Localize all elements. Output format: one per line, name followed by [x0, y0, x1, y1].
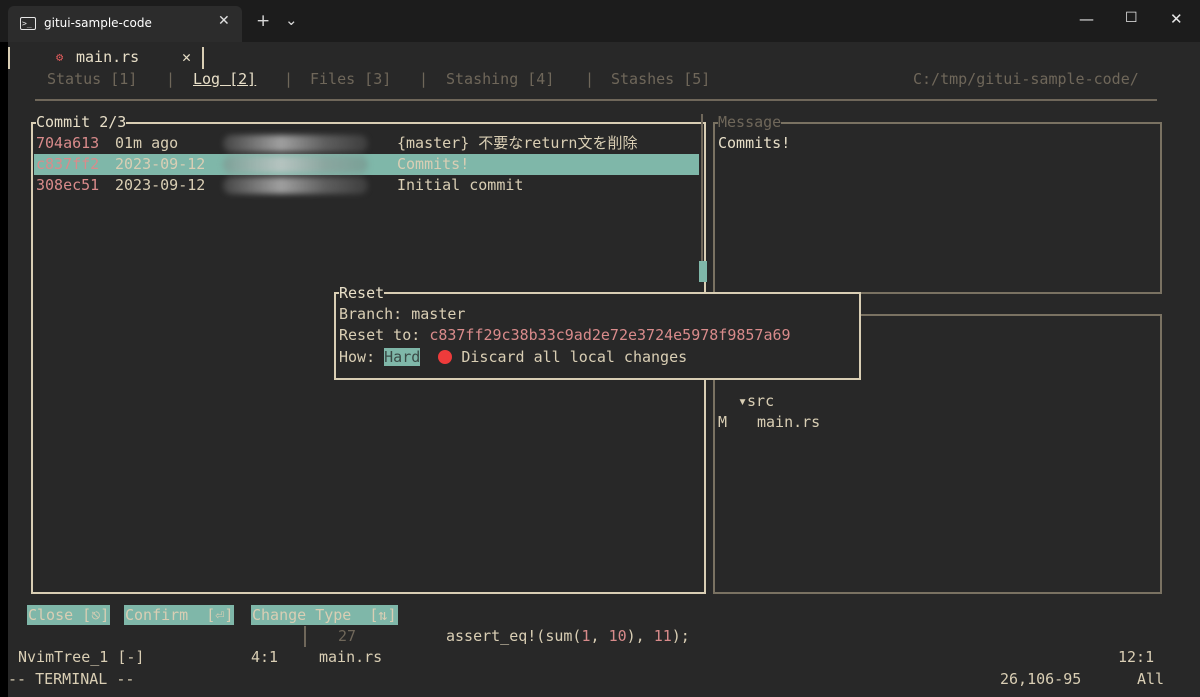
- scroll-indicator: All: [1137, 670, 1165, 688]
- commit-hash: 704a613: [36, 134, 100, 152]
- terminal-area[interactable]: ⚙ main.rs ✕ Status [1] | Log [2] | Files…: [8, 42, 1200, 697]
- close-button[interactable]: Close [⎋]: [27, 605, 111, 625]
- tab-close-button[interactable]: ✕: [218, 13, 230, 29]
- commit-panel-title: Commit 2/3: [36, 112, 127, 133]
- commit-list-scrollbar[interactable]: [701, 114, 703, 282]
- commit-message: Commits!: [397, 155, 470, 173]
- nvim-tab-close-icon[interactable]: ✕: [182, 47, 191, 68]
- repo-path: C:/tmp/gitui-sample-code/: [913, 70, 1139, 88]
- code-line[interactable]: assert_eq!(sum(1, 10), 11);: [446, 626, 690, 647]
- branch-line: Branch: master: [339, 305, 466, 323]
- file-status: M: [718, 413, 728, 431]
- tab-separator: |: [585, 70, 595, 88]
- tab-separator: |: [419, 70, 429, 88]
- nvim-tab-name[interactable]: main.rs: [76, 47, 139, 68]
- window-titlebar: >_ gitui-sample-code ✕ + ⌄ — ☐ ✕: [0, 0, 1200, 42]
- terminal-tab-title: gitui-sample-code: [44, 16, 152, 30]
- tabline-separator: [8, 47, 10, 69]
- scrollbar-thumb[interactable]: [699, 261, 707, 282]
- minimize-button[interactable]: —: [1079, 10, 1094, 28]
- rust-file-icon: ⚙: [56, 50, 64, 64]
- tabline-separator: [202, 47, 204, 69]
- tab-files[interactable]: Files [3]: [310, 69, 391, 90]
- line-number: 27: [338, 627, 357, 645]
- commit-message: Initial commit: [397, 176, 524, 194]
- new-tab-button[interactable]: +: [256, 11, 270, 31]
- message-panel-title: Message: [718, 112, 782, 133]
- window-close-button[interactable]: ✕: [1170, 10, 1183, 28]
- tab-separator: |: [166, 70, 176, 88]
- branch-name: master: [411, 305, 466, 323]
- red-circle-icon: [438, 350, 453, 364]
- how-line: How: Hard Discard all local changes: [339, 348, 688, 366]
- commit-time: 01m ago: [115, 134, 179, 152]
- change-type-button[interactable]: Change Type [⇅]: [251, 605, 398, 625]
- commit-hash: c837ff2: [36, 155, 100, 173]
- reset-type-hard[interactable]: Hard: [384, 348, 421, 366]
- reset-hash: c837ff29c38b33c9ad2e72e3724e5978f9857a69: [429, 326, 791, 344]
- commit-hash: 308ec51: [36, 176, 100, 194]
- reset-to-line: Reset to: c837ff29c38b33c9ad2e72e3724e59…: [339, 326, 791, 344]
- cursor-position: 26,106-95: [1000, 670, 1082, 688]
- nvimtree-position: 4:1: [251, 648, 279, 666]
- tab-separator: |: [284, 70, 294, 88]
- tab-stashes[interactable]: Stashes [5]: [611, 69, 710, 90]
- tab-stashing[interactable]: Stashing [4]: [446, 69, 554, 90]
- statusline-file: main.rs: [319, 648, 383, 666]
- statusline-position: 12:1: [1118, 648, 1155, 666]
- message-text: Commits!: [718, 134, 791, 152]
- tab-log[interactable]: Log [2]: [193, 69, 256, 90]
- reset-warning: Discard all local changes: [461, 348, 688, 366]
- commit-time: 2023-09-12: [115, 176, 206, 194]
- commit-message: {master} 不要なreturn文を削除: [397, 134, 638, 152]
- author-redacted: [223, 135, 368, 152]
- window-separator: [304, 626, 306, 647]
- tabs-divider: [35, 99, 1157, 101]
- tab-status[interactable]: Status [1]: [47, 69, 137, 90]
- maximize-button[interactable]: ☐: [1125, 10, 1138, 26]
- author-redacted: [223, 156, 368, 173]
- folder-src[interactable]: ▾src: [738, 391, 774, 412]
- terminal-tab[interactable]: >_ gitui-sample-code ✕: [8, 6, 242, 42]
- confirm-button[interactable]: Confirm [⏎]: [124, 605, 235, 625]
- commit-time: 2023-09-12: [115, 155, 206, 173]
- reset-popup-title: Reset: [339, 283, 385, 304]
- powershell-icon: >_: [20, 17, 36, 30]
- nvimtree-name: NvimTree_1 [-]: [18, 648, 145, 666]
- author-redacted: [223, 177, 368, 194]
- mode-indicator: -- TERMINAL --: [8, 670, 135, 688]
- tab-dropdown-button[interactable]: ⌄: [285, 11, 298, 29]
- file-main-rs[interactable]: main.rs: [757, 412, 820, 433]
